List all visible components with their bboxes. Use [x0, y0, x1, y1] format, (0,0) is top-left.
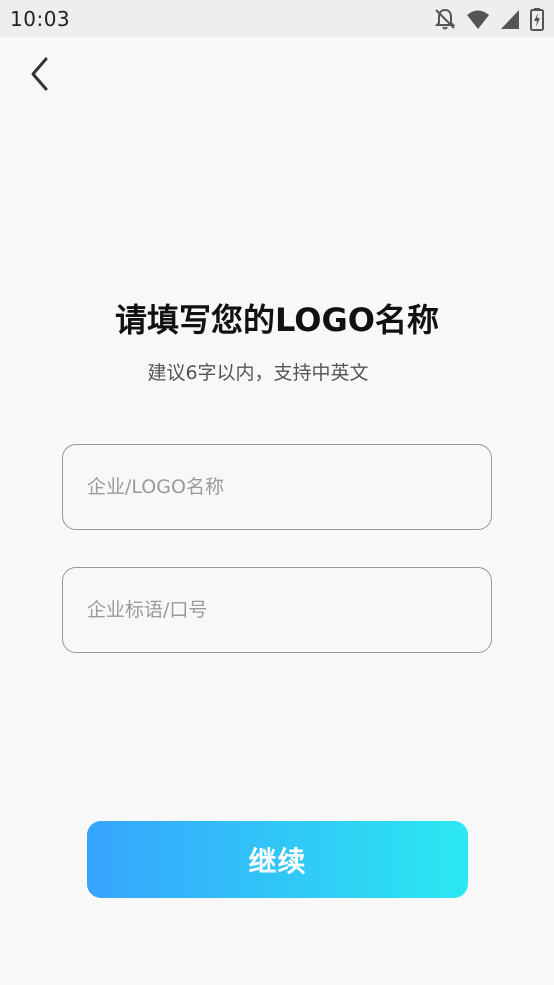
- company-name-input[interactable]: [63, 445, 491, 529]
- status-time: 10:03: [10, 7, 71, 31]
- slogan-input[interactable]: [63, 568, 491, 652]
- slogan-field-box: [62, 567, 492, 653]
- back-button[interactable]: [20, 56, 60, 96]
- wifi-icon: [466, 7, 490, 31]
- chevron-left-icon: [30, 56, 50, 96]
- status-icons: [434, 6, 544, 32]
- page-title: 请填写您的LOGO名称: [115, 301, 439, 339]
- cellular-signal-icon: [500, 7, 520, 31]
- status-bar: 10:03: [0, 0, 554, 37]
- company-name-field-box: [62, 444, 492, 530]
- logo-name-screen: 10:03 请填写您的LOGO名称 建议6字以内，支持中英文 企业/LOGO名称…: [0, 0, 554, 985]
- continue-button[interactable]: 继续: [87, 821, 468, 898]
- page-subtitle: 建议6字以内，支持中英文: [147, 362, 369, 384]
- notifications-off-icon: [434, 7, 456, 31]
- battery-charging-icon: [530, 7, 544, 31]
